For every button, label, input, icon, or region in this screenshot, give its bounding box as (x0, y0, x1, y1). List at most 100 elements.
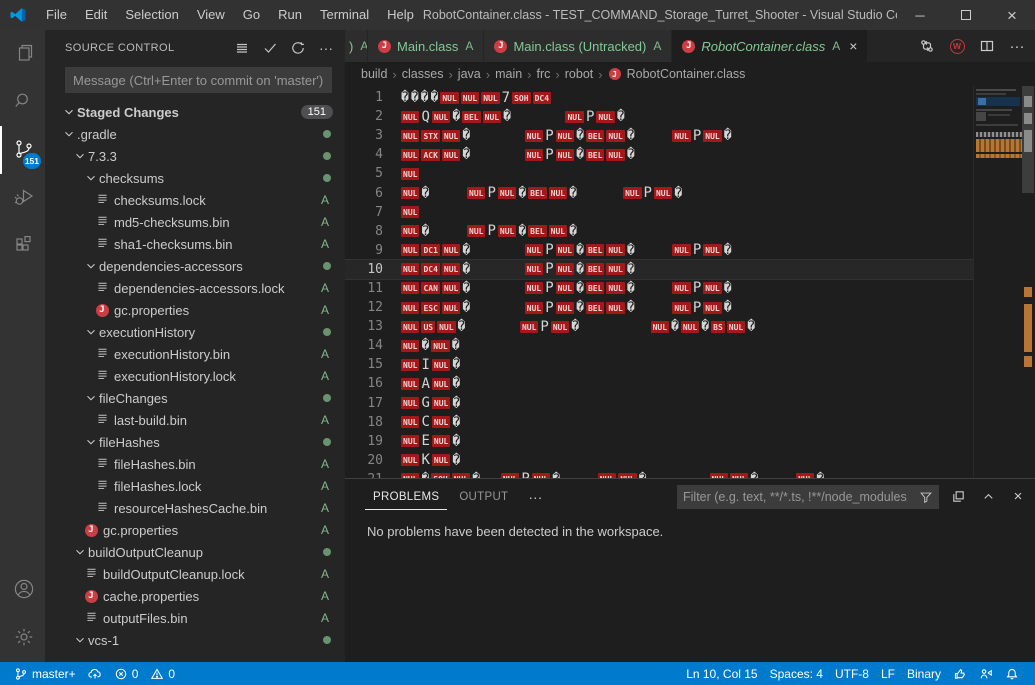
commit-message-input[interactable] (65, 67, 332, 93)
filter-input[interactable] (677, 490, 913, 504)
activity-item-source-control[interactable]: 151 (0, 126, 45, 174)
more-actions-button[interactable]: ··· (1007, 36, 1027, 56)
maximize-panel-button[interactable] (949, 488, 967, 506)
code-line[interactable]: 4NULACKNUL� NULPNUL�BELNUL� (345, 145, 973, 164)
menu-run[interactable]: Run (269, 0, 311, 30)
code-line[interactable]: 6NUL� NULPNUL�BELNUL� NULPNUL� (345, 183, 973, 202)
status-binary[interactable]: Binary (901, 662, 947, 685)
tree-item[interactable]: Jgc.propertiesA (45, 299, 345, 321)
code-line[interactable]: 11NULCANNUL� NULPNUL�BELNUL� NULPNUL� (345, 279, 973, 298)
refresh-button[interactable] (287, 37, 309, 59)
tab-robotcontainer-class[interactable]: JRobotContainer.classA× (672, 30, 867, 62)
close-button[interactable]: × (989, 0, 1035, 30)
code-line[interactable]: 8NUL� NULPNUL�BELNUL� (345, 222, 973, 241)
split-editor-icon[interactable] (977, 36, 997, 56)
code-line[interactable]: 3NULSTXNUL� NULPNUL�BELNUL� NULPNUL� (345, 126, 973, 145)
view-as-list-button[interactable] (231, 37, 253, 59)
code-line[interactable]: 18NULCNUL� (345, 413, 973, 432)
minimap[interactable] (973, 86, 1021, 478)
breadcrumb-item[interactable]: main (493, 67, 524, 81)
code-line[interactable]: 20NULKNUL� (345, 451, 973, 470)
minimize-button[interactable]: ─ (897, 0, 943, 30)
activity-item-settings[interactable] (0, 614, 45, 662)
code-line[interactable]: 17NULGNUL� (345, 394, 973, 413)
tree-item[interactable]: .gradle (45, 123, 345, 145)
overview-ruler[interactable] (1021, 86, 1035, 478)
code-line[interactable]: 14NUL�NUL� (345, 336, 973, 355)
tree-item[interactable]: checksums.lockA (45, 189, 345, 211)
more-actions-button[interactable]: ··· (315, 37, 337, 59)
code-line[interactable]: 7NUL (345, 203, 973, 222)
activity-item-run-debug[interactable] (0, 174, 45, 222)
bell-status[interactable] (999, 662, 1025, 685)
menu-help[interactable]: Help (378, 0, 423, 30)
tree-item[interactable]: vcs-1 (45, 629, 345, 651)
tree-item[interactable]: executionHistory (45, 321, 345, 343)
status-lf[interactable]: LF (875, 662, 901, 685)
tree-item[interactable]: dependencies-accessors.lockA (45, 277, 345, 299)
tree-item[interactable]: fileChanges (45, 387, 345, 409)
menu-selection[interactable]: Selection (116, 0, 187, 30)
code-line[interactable]: 19NULENUL� (345, 432, 973, 451)
error-status[interactable]: 0 (108, 662, 145, 685)
feedback-status[interactable] (973, 662, 999, 685)
code-line[interactable]: 13NULUSNUL� NULPNUL� NUL�NUL�BSNUL� (345, 317, 973, 336)
tree-item[interactable]: fileHashes (45, 431, 345, 453)
activity-item-extensions[interactable] (0, 222, 45, 270)
breadcrumb-item[interactable]: java (456, 67, 483, 81)
editor[interactable]: 1����NULNULNUL7SOHDC42NULQNUL�BELNUL� NU… (345, 86, 1035, 478)
tree-item[interactable]: fileHashes.binA (45, 453, 345, 475)
status-spaces-4[interactable]: Spaces: 4 (764, 662, 829, 685)
status-ln-10-col-15[interactable]: Ln 10, Col 15 (680, 662, 763, 685)
activity-item-explorer[interactable] (0, 30, 45, 78)
tree-item[interactable]: fileHashes.lockA (45, 475, 345, 497)
code-line[interactable]: 15NULINUL� (345, 355, 973, 374)
tree-item[interactable]: buildOutputCleanup (45, 541, 345, 563)
menu-file[interactable]: File (37, 0, 76, 30)
status-utf-8[interactable]: UTF-8 (829, 662, 875, 685)
activity-item-search[interactable] (0, 78, 45, 126)
tree-item[interactable]: outputFiles.binA (45, 607, 345, 629)
open-changes-icon[interactable] (917, 36, 937, 56)
tree-item[interactable]: 7.3.3 (45, 145, 345, 167)
tab--[interactable]: )A (345, 30, 367, 62)
commit-button[interactable] (259, 37, 281, 59)
tree-item[interactable]: last-build.binA (45, 409, 345, 431)
tree-item[interactable]: checksums (45, 167, 345, 189)
cloud-upload-status[interactable] (82, 662, 108, 685)
tree-item[interactable]: executionHistory.lockA (45, 365, 345, 387)
staged-changes-header[interactable]: Staged Changes 151 (45, 101, 345, 123)
code-line[interactable]: 10NULDC4NUL� NULPNUL�BELNUL� (345, 260, 973, 279)
code-line[interactable]: 5NUL (345, 164, 973, 183)
tree-item[interactable]: Jcache.propertiesA (45, 585, 345, 607)
menu-go[interactable]: Go (234, 0, 269, 30)
close-icon[interactable]: × (849, 39, 857, 53)
tree-item[interactable]: dependencies-accessors (45, 255, 345, 277)
tree-item[interactable]: Jgc.propertiesA (45, 519, 345, 541)
collapse-panel-button[interactable] (979, 488, 997, 506)
thumbsup-status[interactable] (947, 662, 973, 685)
breadcrumb-item[interactable]: RobotContainer.class (625, 67, 748, 81)
code-line[interactable]: 2NULQNUL�BELNUL� NULPNUL� (345, 107, 973, 126)
warning-status[interactable]: 0 (144, 662, 181, 685)
activity-item-account[interactable] (0, 566, 45, 614)
code-line[interactable]: 9NULDC1NUL� NULPNUL�BELNUL� NULPNUL� (345, 241, 973, 260)
breadcrumb-item[interactable]: robot (563, 67, 596, 81)
tree-item[interactable]: sha1-checksums.binA (45, 233, 345, 255)
tab-main-class-untracked-[interactable]: JMain.class (Untracked)A (484, 30, 671, 62)
code-line[interactable]: 1����NULNULNUL7SOHDC4 (345, 88, 973, 107)
tree-item[interactable]: buildOutputCleanup.lockA (45, 563, 345, 585)
tree-item[interactable]: md5-checksums.binA (45, 211, 345, 233)
panel-tab-problems[interactable]: PROBLEMS (365, 483, 447, 510)
close-panel-button[interactable]: × (1009, 488, 1027, 506)
breadcrumb-item[interactable]: build (359, 67, 389, 81)
tab-main-class[interactable]: JMain.classA (368, 30, 483, 62)
breadcrumb-item[interactable]: classes (400, 67, 446, 81)
menu-edit[interactable]: Edit (76, 0, 116, 30)
tree-item[interactable]: resourceHashesCache.binA (45, 497, 345, 519)
code-line[interactable]: 16NULANUL� (345, 374, 973, 393)
menu-view[interactable]: View (188, 0, 234, 30)
code-line[interactable]: 21NUL�SOHNUL� NULPNUL� NULNUL� NULNUL� N… (345, 470, 973, 478)
more-actions-button[interactable]: ··· (520, 489, 550, 505)
tree-item[interactable]: executionHistory.binA (45, 343, 345, 365)
